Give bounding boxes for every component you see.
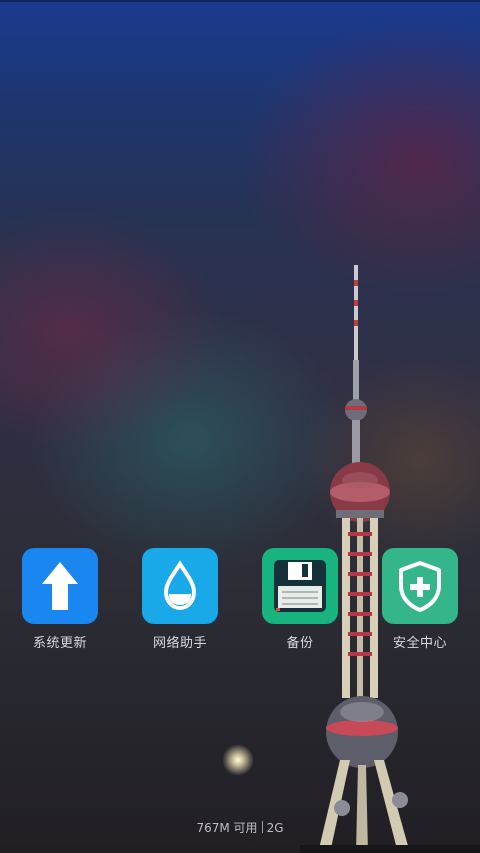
app-label: 网络助手 [152,636,207,651]
divider [261,821,263,833]
light-glow [222,744,254,776]
memory-status-bar[interactable]: 767M 可用 2G [0,819,480,836]
app-label: 安全中心 [392,636,447,651]
app-label: 备份 [286,636,314,651]
app-grid: 系统更新 网络助手 备份 安全中心 [0,548,480,658]
network-type-text: 2G [266,821,284,835]
water-drop-icon [163,560,197,611]
app-label: 系统更新 [32,636,87,651]
arrow-up-icon [42,562,78,610]
home-screen: 系统更新 网络助手 备份 安全中心 767M 可用 2G [0,0,480,853]
app-tile-network-assistant[interactable] [142,548,218,624]
app-tile-system-update[interactable] [22,548,98,624]
memory-available-text: 767M 可用 [196,821,258,835]
floppy-disk-icon [274,560,326,612]
app-tile-security-center[interactable] [382,548,458,624]
app-tile-backup[interactable] [262,548,338,624]
status-bar [0,0,480,2]
shield-plus-icon [399,561,441,612]
